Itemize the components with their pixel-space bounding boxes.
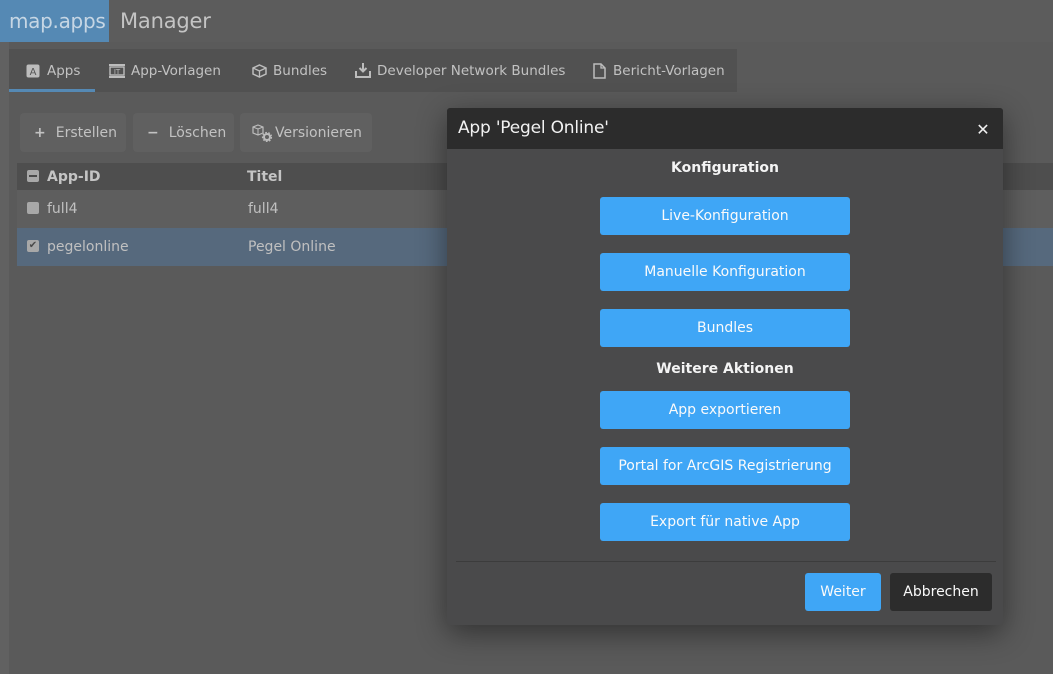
- tab-label: Bericht-Vorlagen: [613, 62, 725, 79]
- column-header-title[interactable]: Titel: [247, 163, 282, 190]
- live-configuration-button[interactable]: Live-Konfiguration: [600, 197, 850, 235]
- dialog-header: App 'Pegel Online' ✕: [447, 108, 1003, 149]
- create-button[interactable]: + Erstellen: [20, 113, 126, 152]
- tab-developer-network-bundles[interactable]: Developer Network Bundles: [355, 49, 565, 92]
- select-all-checkbox[interactable]: [27, 169, 39, 182]
- tab-report-templates[interactable]: Bericht-Vorlagen: [591, 49, 725, 92]
- native-app-export-button[interactable]: Export für native App: [600, 503, 850, 541]
- tab-apps[interactable]: A Apps: [9, 49, 95, 92]
- top-bar: map.apps Manager: [0, 0, 1053, 42]
- tab-label: Apps: [47, 62, 81, 79]
- export-app-button[interactable]: App exportieren: [600, 391, 850, 429]
- app-id-cell: pegelonline: [47, 239, 129, 255]
- plus-icon: +: [34, 124, 46, 141]
- minus-icon: −: [147, 124, 159, 141]
- column-header-app-id[interactable]: App-ID: [47, 163, 101, 190]
- next-button[interactable]: Weiter: [805, 573, 881, 611]
- tab-label: Bundles: [273, 62, 328, 79]
- dialog-divider: [456, 561, 996, 562]
- svg-text:A: A: [30, 67, 37, 78]
- app-id-cell: full4: [47, 201, 78, 217]
- delete-button[interactable]: − Löschen: [133, 113, 234, 152]
- row-checkbox[interactable]: [27, 202, 39, 214]
- document-icon: [591, 62, 607, 79]
- dialog-title: App 'Pegel Online': [458, 118, 609, 138]
- section-title-further-actions: Weitere Aktionen: [656, 361, 794, 377]
- bundles-button[interactable]: Bundles: [600, 309, 850, 347]
- version-gear-icon: [252, 123, 273, 142]
- version-label: Versionieren: [275, 124, 362, 141]
- title-cell: Pegel Online: [248, 239, 336, 255]
- title-cell: full4: [248, 201, 279, 217]
- create-label: Erstellen: [55, 124, 117, 141]
- delete-label: Löschen: [168, 124, 227, 141]
- tab-bar: A Apps IT App-Vorlagen Bundles Developer…: [9, 49, 737, 92]
- version-button[interactable]: Versionieren: [240, 113, 372, 152]
- cancel-button[interactable]: Abbrechen: [890, 573, 992, 611]
- section-title-configuration: Konfiguration: [671, 160, 779, 176]
- manual-configuration-button[interactable]: Manuelle Konfiguration: [600, 253, 850, 291]
- download-icon: [355, 63, 371, 79]
- template-icon: IT: [109, 63, 125, 79]
- brand-logo[interactable]: map.apps: [0, 0, 109, 42]
- tab-label: Developer Network Bundles: [377, 62, 566, 79]
- portal-registration-button[interactable]: Portal for ArcGIS Registrierung: [600, 447, 850, 485]
- tab-label: App-Vorlagen: [131, 62, 221, 79]
- apps-icon: A: [25, 63, 41, 79]
- close-icon[interactable]: ✕: [973, 119, 993, 139]
- tab-app-templates[interactable]: IT App-Vorlagen: [109, 49, 221, 92]
- side-strip: [0, 42, 9, 674]
- svg-text:IT: IT: [114, 68, 121, 76]
- bundle-icon: [251, 63, 267, 79]
- row-checkbox[interactable]: ✔: [27, 240, 39, 252]
- tab-bundles[interactable]: Bundles: [251, 49, 327, 92]
- app-dialog: App 'Pegel Online' ✕ Konfiguration Live-…: [447, 108, 1003, 625]
- app-title: Manager: [120, 9, 211, 33]
